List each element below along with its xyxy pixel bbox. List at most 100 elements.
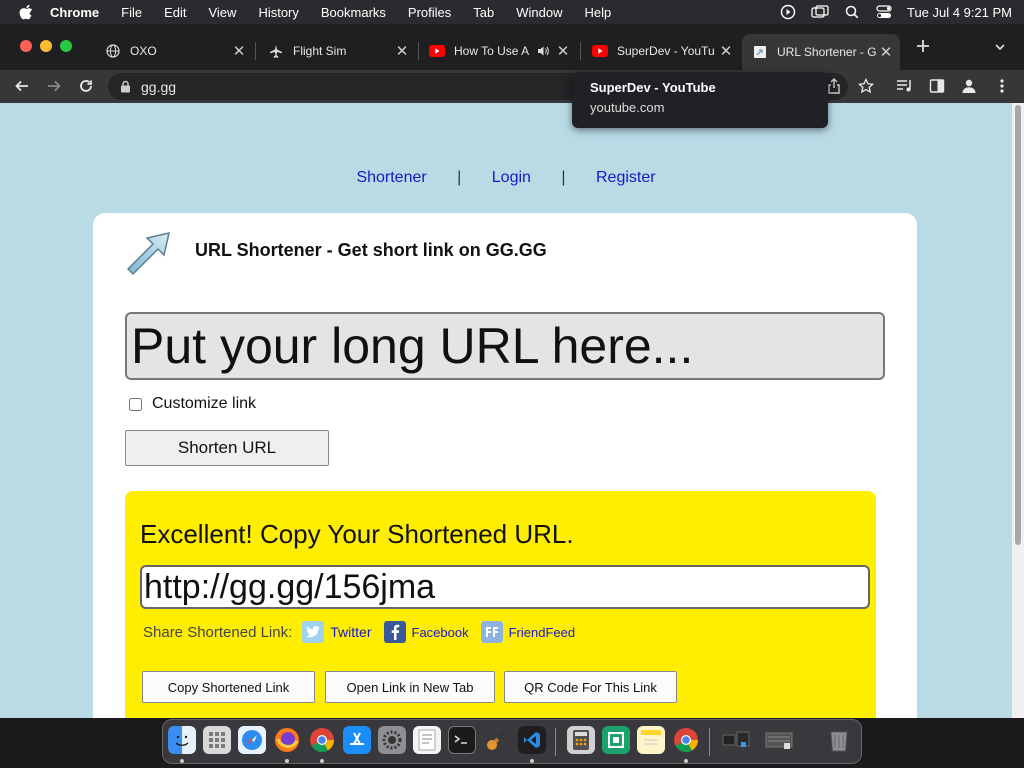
- menu-bookmarks[interactable]: Bookmarks: [321, 5, 386, 20]
- airplane-icon: [268, 43, 284, 59]
- qr-code-button[interactable]: QR Code For This Link: [504, 671, 677, 703]
- menu-file[interactable]: File: [121, 5, 142, 20]
- side-panel-icon[interactable]: [927, 76, 947, 96]
- new-tab-button[interactable]: [915, 38, 931, 58]
- close-window-button[interactable]: [20, 40, 32, 52]
- trash-icon[interactable]: [825, 726, 853, 754]
- twitter-label: Twitter: [330, 624, 372, 640]
- twitter-icon: [302, 621, 325, 643]
- launchpad-icon[interactable]: [203, 726, 231, 754]
- firefox-icon[interactable]: [273, 726, 301, 754]
- browser-toolbar: gg.gg: [0, 70, 1024, 103]
- page-scrollbar[interactable]: [1012, 103, 1024, 718]
- share-friendfeed-link[interactable]: FriendFeed: [480, 621, 576, 643]
- textedit-icon[interactable]: [413, 726, 441, 754]
- forward-arrow-icon[interactable]: [44, 76, 64, 96]
- short-url-field[interactable]: [140, 565, 870, 609]
- menu-profiles[interactable]: Profiles: [408, 5, 451, 20]
- close-icon[interactable]: ✕: [394, 42, 410, 60]
- minimize-window-button[interactable]: [40, 40, 52, 52]
- long-url-input[interactable]: [125, 312, 885, 380]
- tooltip-title: SuperDev - YouTube: [590, 80, 716, 95]
- macos-menu-bar: Chrome File Edit View History Bookmarks …: [0, 0, 1024, 24]
- tab-strip: OXO ✕ Flight Sim ✕ How To Use A ✕ SuperD…: [0, 24, 1024, 70]
- nav-login-link[interactable]: Login: [492, 169, 531, 186]
- tab-oxo[interactable]: OXO ✕: [105, 37, 247, 65]
- open-link-new-tab-button[interactable]: Open Link in New Tab: [325, 671, 495, 703]
- spotlight-search-icon[interactable]: [843, 4, 861, 20]
- screen-mirroring-icon[interactable]: [811, 4, 829, 20]
- menu-app-name[interactable]: Chrome: [50, 5, 99, 20]
- app-store-icon[interactable]: [343, 726, 371, 754]
- safari-icon[interactable]: [238, 726, 266, 754]
- friendfeed-icon: [480, 621, 503, 643]
- vscode-icon[interactable]: [518, 726, 546, 754]
- calculator-icon[interactable]: [567, 726, 595, 754]
- facebook-label: Facebook: [411, 624, 469, 640]
- terminal-icon[interactable]: [448, 726, 476, 754]
- more-menu-icon[interactable]: [992, 76, 1012, 96]
- page-viewport: Shortener | Login | Register URL Shorten…: [0, 103, 1012, 718]
- close-icon[interactable]: ✕: [718, 42, 734, 60]
- copy-shortened-link-button[interactable]: Copy Shortened Link: [142, 671, 315, 703]
- back-arrow-icon[interactable]: [12, 76, 32, 96]
- close-icon[interactable]: ✕: [878, 43, 894, 61]
- close-icon[interactable]: ✕: [231, 42, 247, 60]
- chrome-icon[interactable]: [672, 726, 700, 754]
- result-message: Excellent! Copy Your Shortened URL.: [140, 519, 574, 549]
- reload-icon[interactable]: [76, 76, 96, 96]
- result-panel: Excellent! Copy Your Shortened URL. Shar…: [125, 491, 876, 718]
- youtube-icon: [429, 43, 445, 59]
- bookmark-star-icon[interactable]: [856, 76, 876, 96]
- tab-superdev-youtube[interactable]: SuperDev - YouTu ✕: [592, 37, 734, 65]
- menu-edit[interactable]: Edit: [164, 5, 186, 20]
- play-circle-icon[interactable]: [779, 4, 797, 20]
- tab-how-to-use[interactable]: How To Use A ✕: [429, 37, 571, 65]
- friendfeed-label: FriendFeed: [508, 624, 576, 640]
- notes-icon[interactable]: [637, 726, 665, 754]
- chrome-icon[interactable]: [308, 726, 336, 754]
- tab-flight-sim[interactable]: Flight Sim ✕: [268, 37, 410, 65]
- lock-icon[interactable]: [120, 80, 131, 93]
- shortener-card: URL Shortener - Get short link on GG.GG …: [93, 213, 917, 718]
- sketch-icon[interactable]: [602, 726, 630, 754]
- tab-title: SuperDev - YouTu: [617, 44, 715, 58]
- media-controls-icon[interactable]: [895, 76, 915, 96]
- url-text[interactable]: gg.gg: [141, 79, 176, 95]
- garageband-icon[interactable]: [483, 726, 511, 754]
- arrow-logo-icon: [123, 229, 175, 277]
- menu-view[interactable]: View: [208, 5, 236, 20]
- scrollbar-thumb[interactable]: [1015, 105, 1021, 545]
- menu-help[interactable]: Help: [585, 5, 612, 20]
- profile-avatar-icon[interactable]: [959, 76, 979, 96]
- tab-url-shortener[interactable]: URL Shortener - G ✕: [742, 34, 900, 70]
- tab-hover-tooltip: SuperDev - YouTube youtube.com: [572, 72, 828, 128]
- shorten-url-button[interactable]: Shorten URL: [125, 430, 329, 466]
- customize-link-checkbox[interactable]: [129, 397, 142, 411]
- system-settings-icon[interactable]: [378, 726, 406, 754]
- close-icon[interactable]: ✕: [555, 42, 571, 60]
- tab-title: URL Shortener - G: [777, 45, 877, 59]
- zoom-window-button[interactable]: [60, 40, 72, 52]
- window-controls: [20, 40, 72, 52]
- downloads-icon[interactable]: [721, 726, 753, 754]
- recent-files-icon[interactable]: [763, 726, 795, 754]
- share-label: Share Shortened Link:: [143, 623, 293, 641]
- nav-register-link[interactable]: Register: [596, 169, 656, 186]
- menu-window[interactable]: Window: [516, 5, 562, 20]
- nav-shortener-link[interactable]: Shortener: [356, 169, 426, 186]
- control-center-icon[interactable]: [875, 4, 893, 20]
- tab-title: How To Use A: [454, 44, 530, 58]
- tab-search-button[interactable]: [993, 40, 1007, 59]
- customize-link-option[interactable]: Customize link: [129, 395, 256, 413]
- finder-icon[interactable]: [168, 726, 196, 754]
- audio-playing-icon[interactable]: [537, 45, 549, 57]
- share-twitter-link[interactable]: Twitter: [302, 621, 372, 643]
- menu-history[interactable]: History: [258, 5, 298, 20]
- site-nav: Shortener | Login | Register: [0, 169, 1012, 187]
- menu-tab[interactable]: Tab: [473, 5, 494, 20]
- apple-icon[interactable]: [19, 4, 35, 20]
- share-facebook-link[interactable]: Facebook: [383, 621, 469, 643]
- macos-dock: [162, 719, 862, 764]
- menubar-datetime[interactable]: Tue Jul 4 9:21 PM: [907, 5, 1012, 20]
